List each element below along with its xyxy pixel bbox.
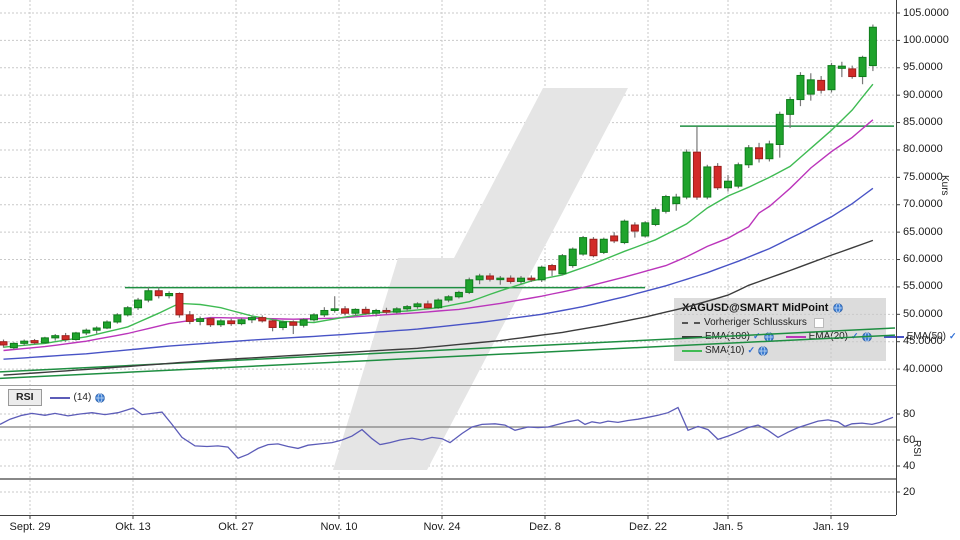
candle-body[interactable]	[207, 319, 214, 325]
candle-body[interactable]	[321, 310, 328, 314]
candle-body[interactable]	[279, 322, 286, 327]
candle-body[interactable]	[859, 57, 866, 76]
candle-body[interactable]	[621, 221, 628, 242]
candle-body[interactable]	[21, 341, 28, 343]
candle-body[interactable]	[176, 293, 183, 314]
candle-body[interactable]	[197, 319, 204, 322]
candle-body[interactable]	[652, 210, 659, 225]
candle-body[interactable]	[373, 310, 380, 313]
candle-body[interactable]	[787, 100, 794, 115]
candle-body[interactable]	[290, 322, 297, 325]
candle-body[interactable]	[683, 152, 690, 197]
candle-body[interactable]	[331, 309, 338, 311]
candle-body[interactable]	[693, 152, 700, 197]
candle-body[interactable]	[62, 336, 69, 340]
candle-body[interactable]	[435, 300, 442, 308]
candle-body[interactable]	[93, 328, 100, 330]
candle-body[interactable]	[362, 309, 369, 313]
price-chart-canvas[interactable]	[0, 0, 960, 540]
candle-body[interactable]	[797, 75, 804, 99]
candle-body[interactable]	[10, 343, 17, 347]
candle-body[interactable]	[114, 315, 121, 322]
candle-body[interactable]	[228, 321, 235, 324]
candle-body[interactable]	[466, 280, 473, 293]
candle-body[interactable]	[0, 342, 7, 345]
candle-body[interactable]	[714, 166, 721, 187]
candle-body[interactable]	[300, 320, 307, 325]
candle-body[interactable]	[745, 148, 752, 165]
candle-body[interactable]	[52, 336, 59, 338]
candle-body[interactable]	[735, 165, 742, 186]
candle-body[interactable]	[31, 341, 38, 343]
candle-body[interactable]	[725, 181, 732, 188]
candle-body[interactable]	[631, 225, 638, 231]
candle-body[interactable]	[72, 333, 79, 340]
candle-body[interactable]	[248, 318, 255, 320]
rsi-indicator-badge[interactable]: RSI	[8, 389, 42, 406]
candle-body[interactable]	[455, 292, 462, 296]
candle-body[interactable]	[838, 66, 845, 68]
candle-body[interactable]	[580, 238, 587, 254]
candle-body[interactable]	[673, 197, 680, 204]
candle-body[interactable]	[559, 256, 566, 274]
candle-body[interactable]	[445, 297, 452, 300]
candle-body[interactable]	[766, 144, 773, 159]
candle-body[interactable]	[549, 266, 556, 270]
candle-body[interactable]	[611, 236, 618, 241]
candle-body[interactable]	[311, 315, 318, 320]
candle-body[interactable]	[538, 267, 545, 280]
candle-body[interactable]	[342, 309, 349, 313]
candle-body[interactable]	[166, 293, 173, 295]
candle-body[interactable]	[83, 330, 90, 333]
candle-body[interactable]	[807, 80, 814, 94]
candle-body[interactable]	[155, 291, 162, 296]
candle-body[interactable]	[41, 338, 48, 343]
candle-body[interactable]	[600, 239, 607, 252]
candle-body[interactable]	[259, 318, 266, 321]
candle-body[interactable]	[414, 304, 421, 307]
candle-body[interactable]	[497, 278, 504, 280]
candle-body[interactable]	[849, 69, 856, 77]
rsi-series-item: (14)	[50, 392, 106, 403]
candle-body[interactable]	[424, 304, 431, 308]
candle-body[interactable]	[828, 66, 835, 90]
candle-body[interactable]	[776, 114, 783, 144]
rsi-line-sample	[50, 397, 70, 399]
candle-body[interactable]	[869, 27, 876, 65]
rsi-period-label: (14)	[74, 392, 92, 403]
candle-body[interactable]	[186, 315, 193, 322]
candle-body[interactable]	[135, 300, 142, 308]
candle-body[interactable]	[662, 197, 669, 212]
candle-body[interactable]	[352, 309, 359, 313]
candle-body[interactable]	[569, 249, 576, 265]
trading-chart-window: XAGUSD@SMART MidPoint Vorheriger Schluss…	[0, 0, 960, 540]
candle-body[interactable]	[518, 278, 525, 281]
candle-body[interactable]	[217, 321, 224, 325]
candle-body[interactable]	[104, 322, 111, 328]
candle-body[interactable]	[818, 80, 825, 90]
candle-body[interactable]	[642, 223, 649, 236]
candle-body[interactable]	[476, 276, 483, 280]
candle-body[interactable]	[269, 321, 276, 328]
candle-body[interactable]	[393, 309, 400, 312]
candle-body[interactable]	[145, 291, 152, 300]
candle-body[interactable]	[756, 148, 763, 159]
candle-body[interactable]	[590, 239, 597, 255]
candle-body[interactable]	[528, 278, 535, 280]
candle-body[interactable]	[486, 276, 493, 279]
candle-body[interactable]	[704, 167, 711, 197]
candle-body[interactable]	[124, 308, 131, 315]
candle-body[interactable]	[383, 310, 390, 312]
globe-icon[interactable]	[95, 393, 105, 403]
candle-body[interactable]	[507, 278, 514, 281]
rsi-legend: RSI (14)	[8, 389, 105, 406]
candle-body[interactable]	[404, 307, 411, 309]
candle-body[interactable]	[238, 320, 245, 324]
